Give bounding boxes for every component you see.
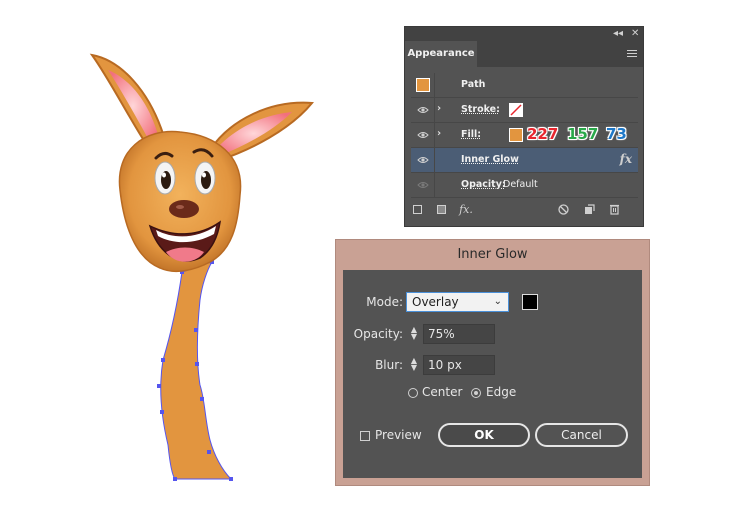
tab-appearance[interactable]: Appearance <box>405 41 477 67</box>
ok-button[interactable]: OK <box>438 423 530 447</box>
blur-input[interactable]: 10 px <box>423 355 495 375</box>
add-effect-fx-icon[interactable]: fx. <box>457 203 475 216</box>
fill-visibility-eye-icon[interactable] <box>411 123 435 147</box>
add-fill-icon[interactable] <box>435 203 447 215</box>
character-illustration <box>89 53 314 481</box>
chevron-down-icon: ⌄ <box>493 296 502 307</box>
thumbnail-cell <box>411 73 435 97</box>
fill-expand-chevron-icon[interactable]: › <box>437 128 441 139</box>
duplicate-item-icon[interactable] <box>583 203 595 215</box>
fill-rgb-blue: 73 <box>606 125 627 144</box>
dialog-title: Inner Glow <box>457 247 528 262</box>
edge-radio-label: Edge <box>486 385 517 399</box>
mode-select-value: Overlay <box>412 295 459 309</box>
opacity-value: Default <box>503 179 538 190</box>
fill-rgb-green: 157 <box>567 125 599 144</box>
fill-color-swatch[interactable] <box>509 128 523 142</box>
nose <box>169 200 199 218</box>
blur-label: Blur: <box>375 358 403 372</box>
path-thumbnail <box>415 78 430 92</box>
stroke-expand-chevron-icon[interactable]: › <box>437 103 441 114</box>
edge-radio[interactable] <box>471 388 481 398</box>
neck-path <box>160 261 233 480</box>
glow-color-swatch[interactable] <box>522 294 538 310</box>
fill-label[interactable]: Fill: <box>461 123 481 147</box>
mode-label: Mode: <box>366 295 403 309</box>
center-radio[interactable] <box>408 388 418 398</box>
appearance-panel: ◂◂ ✕ Appearance Path › Stroke: › Fill: 2… <box>404 26 644 227</box>
inner-glow-label[interactable]: Inner Glow <box>461 148 519 172</box>
fx-icon[interactable]: fx <box>620 152 632 166</box>
path-label: Path <box>461 79 486 90</box>
inner-glow-visibility-eye-icon[interactable] <box>411 148 435 172</box>
dialog-body: Mode: Overlay ⌄ Opacity: ▲ ▼ 75% Blur: ▲ ▼… <box>343 270 642 478</box>
opacity-label: Opacity: <box>353 327 403 341</box>
stroke-visibility-eye-icon[interactable] <box>411 98 435 122</box>
panel-footer-toolbar: fx. <box>411 200 638 220</box>
stroke-label[interactable]: Stroke: <box>461 98 500 122</box>
path-row[interactable]: Path <box>411 73 638 98</box>
opacity-label[interactable]: Opacity: <box>461 173 506 197</box>
preview-checkbox[interactable] <box>360 431 370 441</box>
preview-label: Preview <box>375 428 422 442</box>
cancel-button[interactable]: Cancel <box>535 423 628 447</box>
appearance-list: Path › Stroke: › Fill: 227 157 73 Inner … <box>411 73 638 198</box>
mode-select[interactable]: Overlay ⌄ <box>406 292 509 312</box>
clear-appearance-icon[interactable] <box>557 203 569 215</box>
panel-titlebar: ◂◂ ✕ <box>405 27 643 41</box>
stroke-none-swatch[interactable] <box>509 103 523 117</box>
double-chevron-left-icon[interactable]: ◂◂ <box>613 27 623 41</box>
opacity-stepper-icon[interactable]: ▲ ▼ <box>409 326 419 341</box>
fill-row[interactable]: › Fill: 227 157 73 <box>411 123 638 148</box>
add-stroke-icon[interactable] <box>411 203 423 215</box>
opacity-input[interactable]: 75% <box>423 324 495 344</box>
fill-rgb-red: 227 <box>527 125 559 144</box>
delete-item-trash-icon[interactable] <box>608 203 620 215</box>
opacity-row[interactable]: Opacity: Default <box>411 173 638 198</box>
stroke-row[interactable]: › Stroke: <box>411 98 638 123</box>
blur-stepper-icon[interactable]: ▲ ▼ <box>409 357 419 372</box>
inner-glow-row[interactable]: Inner Glow fx <box>411 148 638 173</box>
close-icon[interactable]: ✕ <box>631 27 639 41</box>
hamburger-menu-icon[interactable] <box>627 48 637 58</box>
opacity-visibility-eye-icon[interactable] <box>411 173 435 197</box>
panel-tabrow: Appearance <box>405 41 643 67</box>
inner-glow-dialog: Inner Glow Mode: Overlay ⌄ Opacity: ▲ ▼ 7… <box>335 239 650 486</box>
center-radio-label: Center <box>422 385 463 399</box>
